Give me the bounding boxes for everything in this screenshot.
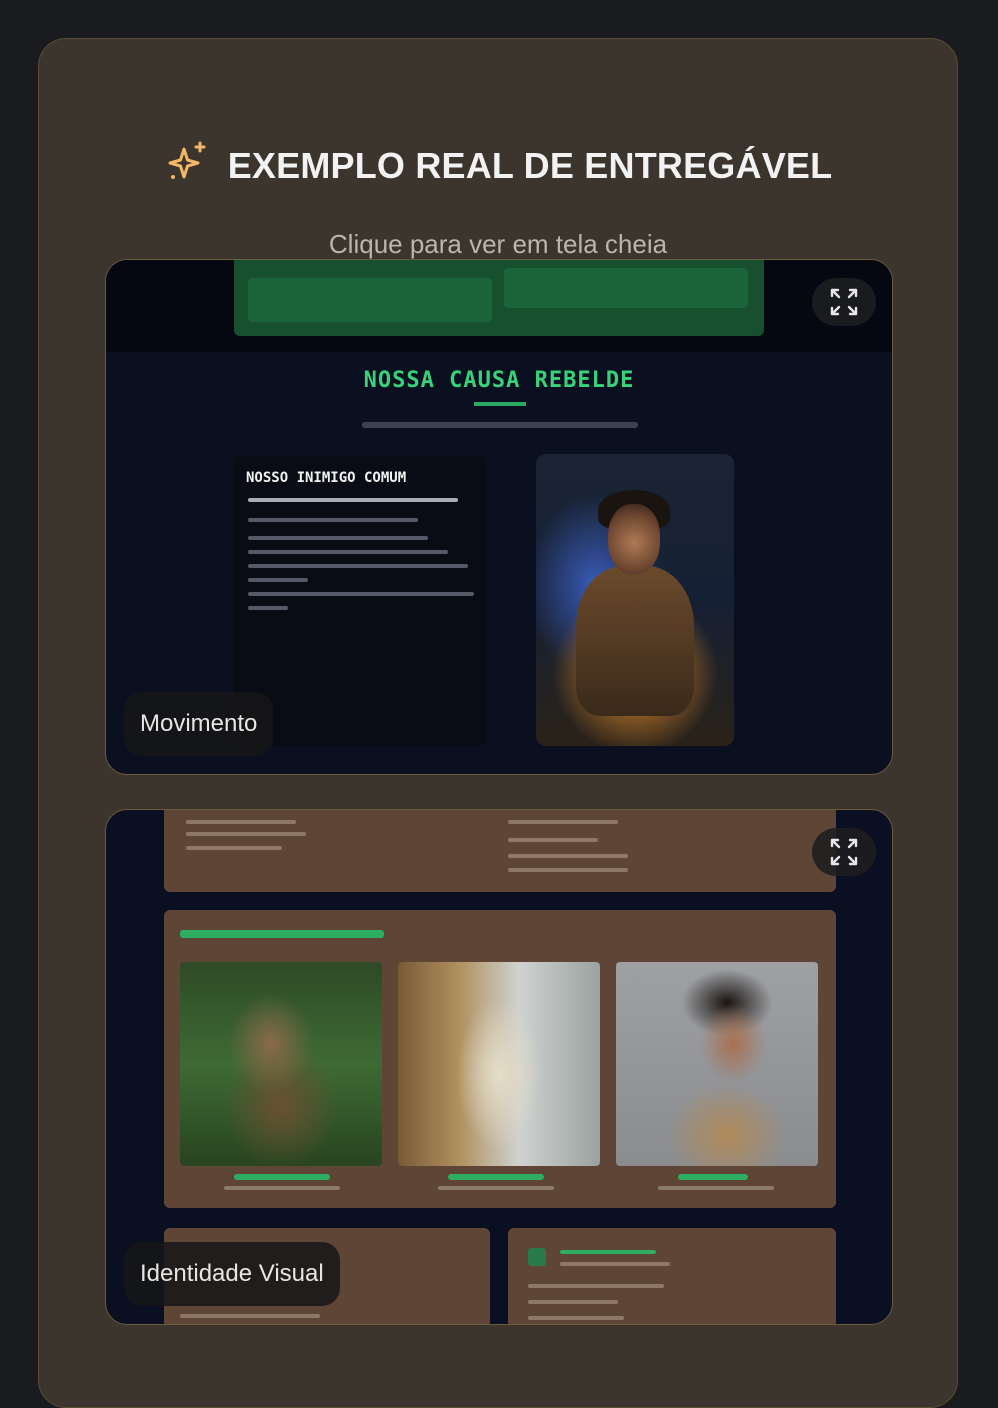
- slide-green-header: [234, 260, 764, 336]
- deliverable-example-panel: EXEMPLO REAL DE ENTREGÁVEL Clique para v…: [38, 38, 958, 1408]
- portrait-image: [536, 454, 734, 746]
- section-header: EXEMPLO REAL DE ENTREGÁVEL: [39, 139, 957, 192]
- preview-card-identidade-visual[interactable]: Identidade Visual: [105, 809, 893, 1325]
- slide-top-box: [164, 810, 836, 892]
- card-label: Movimento: [124, 692, 274, 756]
- preview-card-movimento[interactable]: NOSSA CAUSA REBELDE NOSSO INIMIGO COMUM: [105, 259, 893, 775]
- expand-button[interactable]: [812, 828, 876, 876]
- expand-icon: [830, 288, 858, 316]
- photo-corridor: [398, 962, 600, 1166]
- card-label: Identidade Visual: [124, 1242, 340, 1306]
- expand-icon: [830, 838, 858, 866]
- photo-portrait: [616, 962, 818, 1166]
- section-title: EXEMPLO REAL DE ENTREGÁVEL: [227, 144, 833, 186]
- slide-text-box: NOSSO INIMIGO COMUM: [234, 456, 486, 746]
- slide-photo-section: [164, 910, 836, 1208]
- slide-bottom-right-box: [508, 1228, 836, 1324]
- section-subtitle: Clique para ver em tela cheia: [328, 229, 668, 259]
- slide-heading: NOSSA CAUSA REBELDE: [363, 368, 635, 393]
- slide-text-box-title: NOSSO INIMIGO COMUM: [246, 470, 407, 486]
- expand-button[interactable]: [812, 278, 876, 326]
- slide-heading-underline: [474, 402, 526, 406]
- slide-caption-line: [362, 422, 638, 428]
- sparkles-icon: [164, 139, 212, 192]
- photo-forest: [180, 962, 382, 1166]
